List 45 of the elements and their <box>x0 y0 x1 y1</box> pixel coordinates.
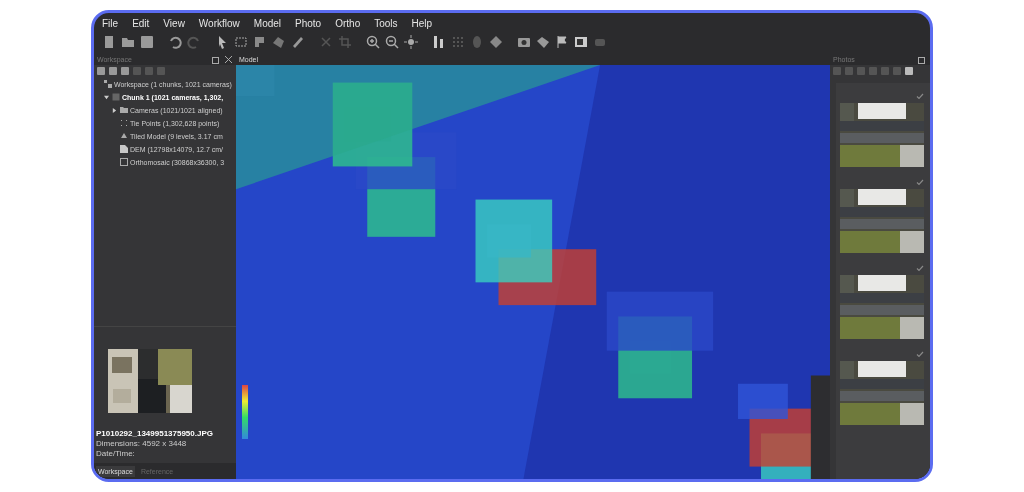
check-icon[interactable] <box>916 93 924 100</box>
select-icon[interactable] <box>234 35 248 49</box>
file-icon[interactable] <box>102 35 116 49</box>
undo-icon[interactable] <box>168 35 182 49</box>
menu-item[interactable]: Ortho <box>335 17 361 29</box>
model-icon <box>120 132 128 140</box>
camera-icon[interactable] <box>517 35 531 49</box>
folder-icon <box>120 106 128 114</box>
ruler-icon[interactable] <box>291 35 305 49</box>
crop-icon[interactable] <box>338 35 352 49</box>
collapsed-arrow-icon[interactable] <box>112 107 117 113</box>
dimensions-text: Dimensions: 4592 x 3448 <box>96 439 188 449</box>
chunk-icon <box>112 93 120 101</box>
menu-item[interactable]: Tools <box>374 17 398 29</box>
zoom-in-icon[interactable] <box>366 35 380 49</box>
zoom-out-icon[interactable] <box>385 35 399 49</box>
menu-item[interactable]: File <box>102 17 119 29</box>
menu-item[interactable]: View <box>163 17 185 29</box>
dem-icon <box>120 145 128 153</box>
file-name: P1010292_1349951375950.JPG <box>96 429 214 439</box>
color-scale-bar <box>242 385 248 439</box>
grid-icon[interactable] <box>451 35 465 49</box>
image-icon[interactable] <box>574 35 588 49</box>
menu-item[interactable]: Workflow <box>198 17 240 29</box>
flag-icon[interactable] <box>555 35 569 49</box>
bars-icon[interactable] <box>432 35 446 49</box>
float-icon[interactable] <box>918 54 927 64</box>
shape-icon[interactable] <box>272 35 286 49</box>
menu-item[interactable]: Help <box>411 17 433 29</box>
float-icon[interactable] <box>212 54 221 64</box>
workspace-icon <box>104 80 112 88</box>
check-icon[interactable] <box>916 351 924 358</box>
check-icon[interactable] <box>916 265 924 272</box>
folder-icon[interactable] <box>121 35 135 49</box>
menu-item[interactable]: Edit <box>132 17 150 29</box>
menu-item[interactable]: Photo <box>295 17 322 29</box>
check-icon[interactable] <box>916 179 924 186</box>
date-time-text: Date/Time: <box>96 449 136 459</box>
menu-item[interactable]: Model <box>253 17 282 29</box>
points-icon <box>120 119 128 127</box>
move-icon[interactable] <box>404 35 418 49</box>
redo-icon[interactable] <box>187 35 201 49</box>
expanded-arrow-icon[interactable] <box>104 94 109 100</box>
close-icon[interactable] <box>224 54 233 64</box>
image-icon <box>120 158 128 166</box>
